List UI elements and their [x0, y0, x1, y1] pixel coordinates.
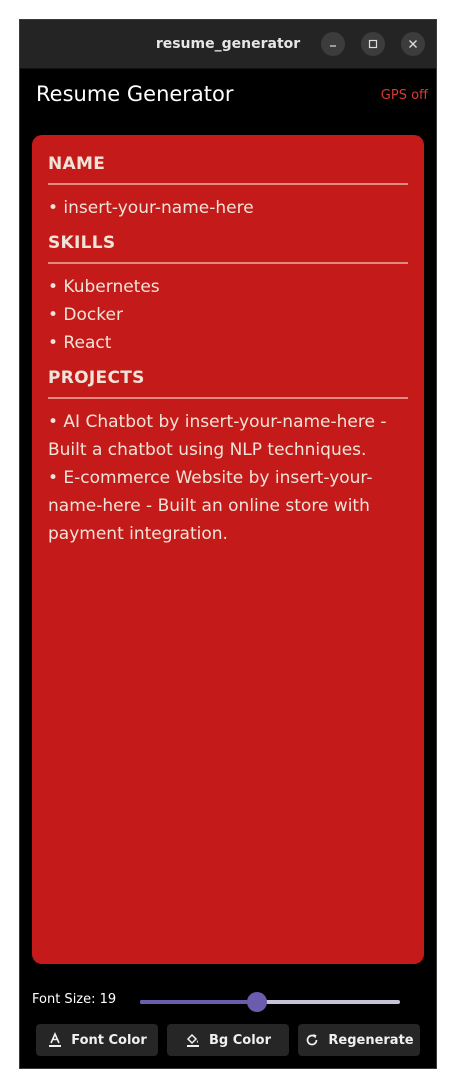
- section-line: name-here - Built an online store with: [48, 496, 370, 516]
- bg-color-button[interactable]: Bg Color: [167, 1024, 289, 1056]
- paint-bucket-icon: [185, 1032, 201, 1048]
- app-window: resume_generator Resume Generator GPS of…: [19, 19, 437, 1069]
- regenerate-label: Regenerate: [328, 1032, 414, 1048]
- section-divider: [48, 397, 408, 399]
- resume-section-projects: PROJECTS • AI Chatbot by insert-your-nam…: [48, 365, 408, 548]
- regenerate-button[interactable]: Regenerate: [298, 1024, 420, 1056]
- close-icon: [409, 40, 417, 48]
- text-color-icon: [47, 1032, 63, 1048]
- minimize-icon: [330, 45, 336, 47]
- section-heading: SKILLS: [48, 233, 116, 253]
- app-bar: Resume Generator GPS off: [20, 68, 436, 124]
- app-title: Resume Generator: [36, 82, 234, 106]
- section-heading: NAME: [48, 154, 106, 174]
- slider-thumb[interactable]: [247, 992, 267, 1012]
- section-divider: [48, 183, 408, 185]
- section-line: • Docker: [48, 305, 123, 325]
- font-color-button[interactable]: Font Color: [36, 1024, 158, 1056]
- slider-fill: [140, 1000, 257, 1004]
- section-line: • insert-your-name-here: [48, 198, 254, 218]
- window-title: resume_generator: [155, 36, 301, 52]
- section-divider: [48, 262, 408, 264]
- section-line: Built a chatbot using NLP techniques.: [48, 440, 367, 460]
- section-line: • React: [48, 333, 112, 353]
- close-button[interactable]: [401, 32, 425, 56]
- title-bar[interactable]: resume_generator: [20, 20, 436, 69]
- maximize-icon: [368, 39, 378, 49]
- resume-section-skills: SKILLS • Kubernetes • Docker • React: [48, 230, 408, 357]
- maximize-button[interactable]: [361, 32, 385, 56]
- gps-status: GPS off: [380, 88, 428, 103]
- resume-section-name: NAME • insert-your-name-here: [48, 151, 408, 222]
- resume-card: NAME • insert-your-name-here SKILLS • Ku…: [32, 135, 424, 964]
- font-size-label: Font Size: 19: [32, 992, 117, 1007]
- font-color-label: Font Color: [71, 1032, 147, 1048]
- refresh-icon: [304, 1032, 320, 1048]
- font-size-slider[interactable]: [140, 992, 400, 1012]
- section-line: payment integration.: [48, 524, 228, 544]
- section-line: • E-commerce Website by insert-your-: [48, 468, 373, 488]
- minimize-button[interactable]: [321, 32, 345, 56]
- section-line: • AI Chatbot by insert-your-name-here -: [48, 412, 387, 432]
- bg-color-label: Bg Color: [208, 1032, 271, 1048]
- section-line: • Kubernetes: [48, 277, 160, 297]
- section-heading: PROJECTS: [48, 368, 145, 388]
